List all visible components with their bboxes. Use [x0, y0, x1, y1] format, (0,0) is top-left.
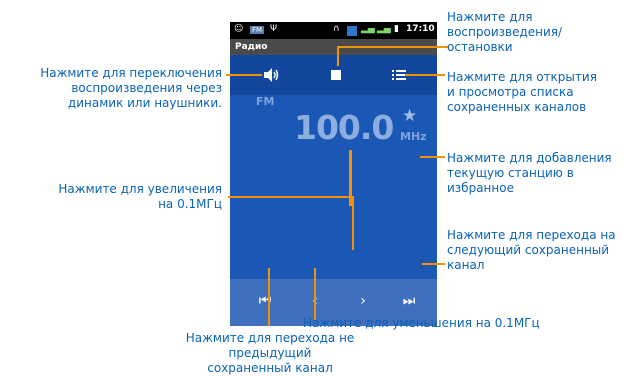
frequency-unit: MHz — [400, 130, 427, 143]
skip-next-icon[interactable]: ⏭ — [398, 293, 420, 309]
leader-speaker — [226, 74, 262, 76]
status-bar: ☺ FM Ψ ∩ ▂▄ ▂▄ ▮ 17:10 — [230, 22, 437, 39]
clock: 17:10 — [406, 24, 435, 34]
leader-play-stop — [337, 46, 339, 66]
leader-play-stop-h — [337, 46, 449, 48]
chevron-right-icon[interactable]: › — [352, 293, 374, 309]
callout-decrease: Нажмите для уменьшения на 0.1МГц — [303, 316, 540, 330]
signal-bars-2-icon: ▂▄ — [377, 24, 391, 34]
band-label: FM — [256, 95, 275, 108]
leader-increase — [228, 196, 354, 198]
leader-prev-saved — [268, 268, 270, 326]
callout-next-saved: Нажмите для перехода на следующий сохран… — [447, 228, 616, 272]
headset-icon: ∩ — [333, 24, 340, 34]
usb-icon: Ψ — [270, 24, 278, 34]
signal-indicator-icon — [347, 26, 357, 36]
leader-next-saved — [422, 263, 445, 265]
battery-icon: ▮ — [394, 24, 399, 34]
fm-badge: FM — [250, 26, 265, 34]
callout-speaker: Нажмите для переключения воспроизведения… — [40, 66, 222, 110]
callout-prev-saved: Нажмите для перехода не предыдущий сохра… — [185, 331, 355, 375]
stop-icon[interactable] — [325, 64, 347, 86]
leader-decrease — [314, 268, 316, 320]
callout-play-stop: Нажмите для воспроизведения/ остановки — [447, 10, 563, 54]
callout-favorite: Нажмите для добавления текущую станцию в… — [447, 151, 612, 195]
leader-increase-v — [352, 196, 354, 250]
smiley-icon: ☺ — [234, 24, 244, 34]
skip-previous-icon[interactable]: ⏮ — [254, 293, 276, 309]
speaker-toggle-icon[interactable] — [260, 64, 282, 86]
callout-increase: Нажмите для увеличения на 0.1МГц — [58, 182, 222, 211]
favorite-star-icon[interactable]: ★ — [402, 106, 417, 126]
callout-list: Нажмите для открытия и просмотра списка … — [447, 70, 597, 114]
leader-list — [405, 74, 445, 76]
leader-favorite — [420, 156, 445, 158]
signal-bars-icon: ▂▄ — [361, 24, 375, 34]
radio-screen: ☺ FM Ψ ∩ ▂▄ ▂▄ ▮ 17:10 Радио FM 100.0 ★ … — [230, 22, 437, 326]
frequency-value: 100.0 — [294, 108, 394, 147]
